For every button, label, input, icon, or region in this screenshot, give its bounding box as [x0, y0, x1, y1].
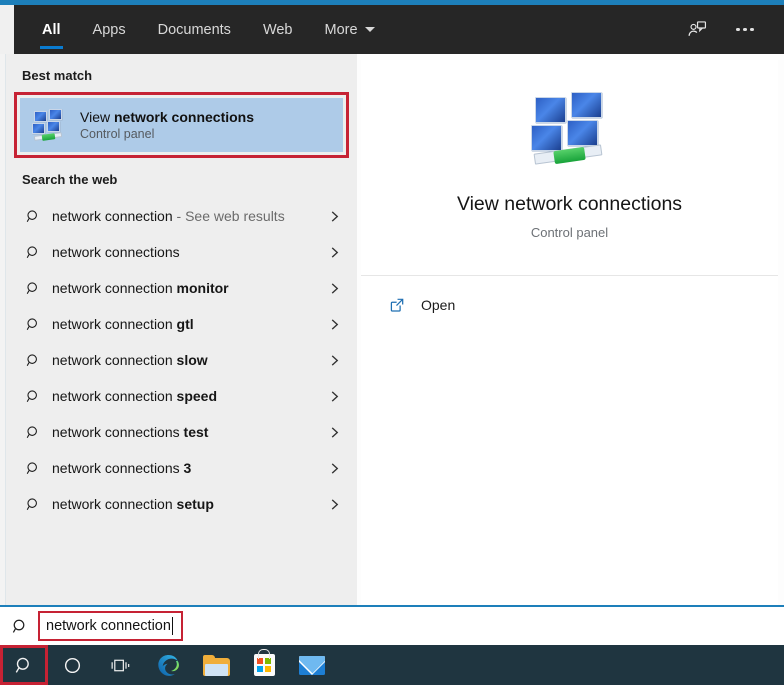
list-item[interactable]: network connection speed [6, 378, 357, 414]
tab-documents-label: Documents [157, 21, 231, 38]
network-connections-icon [32, 109, 66, 141]
search-filter-tabs: All Apps Documents Web More [14, 5, 391, 54]
chevron-right-icon [325, 282, 343, 295]
chevron-right-icon [325, 498, 343, 511]
search-icon [22, 245, 44, 260]
preview-card: View network connections Control panel O… [361, 60, 778, 605]
chevron-right-icon [325, 390, 343, 403]
header-actions [676, 5, 784, 54]
ellipsis-icon [736, 27, 754, 32]
best-match-result-item[interactable]: View network connections Control panel [20, 98, 343, 152]
best-match-title-prefix: View [80, 108, 114, 125]
list-item[interactable]: network connection slow [6, 342, 357, 378]
edge-icon [157, 654, 179, 676]
taskbar-task-view-button[interactable] [96, 645, 144, 685]
search-icon [22, 497, 44, 512]
preview-subtitle: Control panel [530, 225, 609, 241]
search-icon [22, 281, 44, 296]
search-icon [22, 425, 44, 440]
search-body: Best match View network connections Cont… [0, 54, 784, 605]
list-item[interactable]: network connection monitor [6, 270, 357, 306]
search-icon [22, 461, 44, 476]
list-item-label: network connection slow [52, 352, 208, 368]
tab-all[interactable]: All [26, 5, 77, 54]
search-icon [15, 657, 29, 673]
best-match-annotation-box: View network connections Control panel [14, 92, 349, 158]
task-view-icon [111, 659, 129, 671]
search-input-bar: network connection [0, 605, 784, 645]
list-item-label: network connection monitor [52, 280, 229, 296]
open-external-icon [387, 297, 407, 313]
list-item-label: network connections [52, 244, 180, 260]
taskbar-cortana-button[interactable] [48, 645, 96, 685]
cortana-circle-icon [64, 657, 80, 673]
results-panel: Best match View network connections Cont… [6, 54, 357, 605]
windows-search-flyout: All Apps Documents Web More Best match V… [0, 0, 784, 685]
best-match-title: View network connections [80, 109, 254, 126]
best-match-text: View network connections Control panel [80, 109, 254, 142]
search-web-heading: Search the web [22, 172, 118, 187]
search-icon [22, 389, 44, 404]
preview-icon-wrap [530, 92, 609, 166]
mail-icon [299, 655, 325, 675]
best-match-heading: Best match [22, 68, 93, 83]
best-match-title-bold: network connections [113, 108, 255, 125]
preview-panel: View network connections Control panel O… [357, 54, 784, 605]
list-item-label: network connection gtl [52, 316, 194, 332]
tab-apps[interactable]: Apps [77, 5, 142, 54]
preview-actions: Open [361, 276, 778, 320]
list-item[interactable]: network connections [6, 234, 357, 270]
search-input[interactable]: network connection [46, 618, 171, 634]
chevron-right-icon [325, 354, 343, 367]
list-item-label: network connections 3 [52, 460, 192, 476]
chevron-right-icon [325, 426, 343, 439]
search-icon [22, 209, 44, 224]
taskbar-file-explorer-button[interactable] [192, 645, 240, 685]
chevron-down-icon [364, 27, 375, 32]
tab-more-label: More [324, 21, 358, 38]
tab-more[interactable]: More [309, 5, 391, 54]
tab-all-label: All [42, 21, 61, 38]
taskbar-microsoft-store-button[interactable] [240, 645, 288, 685]
list-item-label: network connection setup [52, 496, 214, 512]
more-options-button[interactable] [724, 9, 766, 51]
open-action-button[interactable]: Open [387, 290, 778, 320]
best-match-subtitle: Control panel [80, 127, 155, 142]
list-item[interactable]: network connection setup [6, 486, 357, 522]
text-caret [171, 617, 174, 635]
header-left-gutter [0, 5, 14, 54]
chevron-right-icon [325, 246, 343, 259]
chevron-right-icon [325, 318, 343, 331]
search-header: All Apps Documents Web More [0, 5, 784, 54]
feedback-button[interactable] [676, 9, 718, 51]
chevron-right-icon [325, 210, 343, 223]
taskbar-search-button[interactable] [0, 645, 48, 685]
search-input-annotation-box: network connection [38, 611, 184, 641]
list-item[interactable]: network connection - See web results [6, 198, 357, 234]
search-icon [0, 607, 40, 645]
list-item[interactable]: network connections 3 [6, 450, 357, 486]
tab-documents[interactable]: Documents [142, 5, 247, 54]
folder-icon [202, 654, 230, 676]
open-action-label: Open [421, 297, 456, 314]
taskbar-mail-button[interactable] [288, 645, 336, 685]
feedback-person-icon [688, 20, 707, 36]
taskbar-edge-button[interactable] [144, 645, 192, 685]
list-item-label: network connection speed [52, 388, 217, 404]
list-item-label: network connection - See web results [52, 208, 285, 224]
taskbar [0, 645, 784, 685]
network-connections-icon [530, 92, 609, 166]
web-suggestion-list: network connection - See web results net… [6, 198, 357, 522]
preview-title: View network connections [456, 193, 683, 215]
list-item[interactable]: network connections test [6, 414, 357, 450]
search-icon [22, 317, 44, 332]
store-icon [253, 654, 275, 676]
tab-web[interactable]: Web [247, 5, 309, 54]
list-item-label: network connections test [52, 424, 209, 440]
chevron-right-icon [325, 462, 343, 475]
tab-apps-label: Apps [92, 21, 126, 38]
list-item[interactable]: network connection gtl [6, 306, 357, 342]
search-icon [22, 353, 44, 368]
tab-web-label: Web [262, 21, 293, 38]
